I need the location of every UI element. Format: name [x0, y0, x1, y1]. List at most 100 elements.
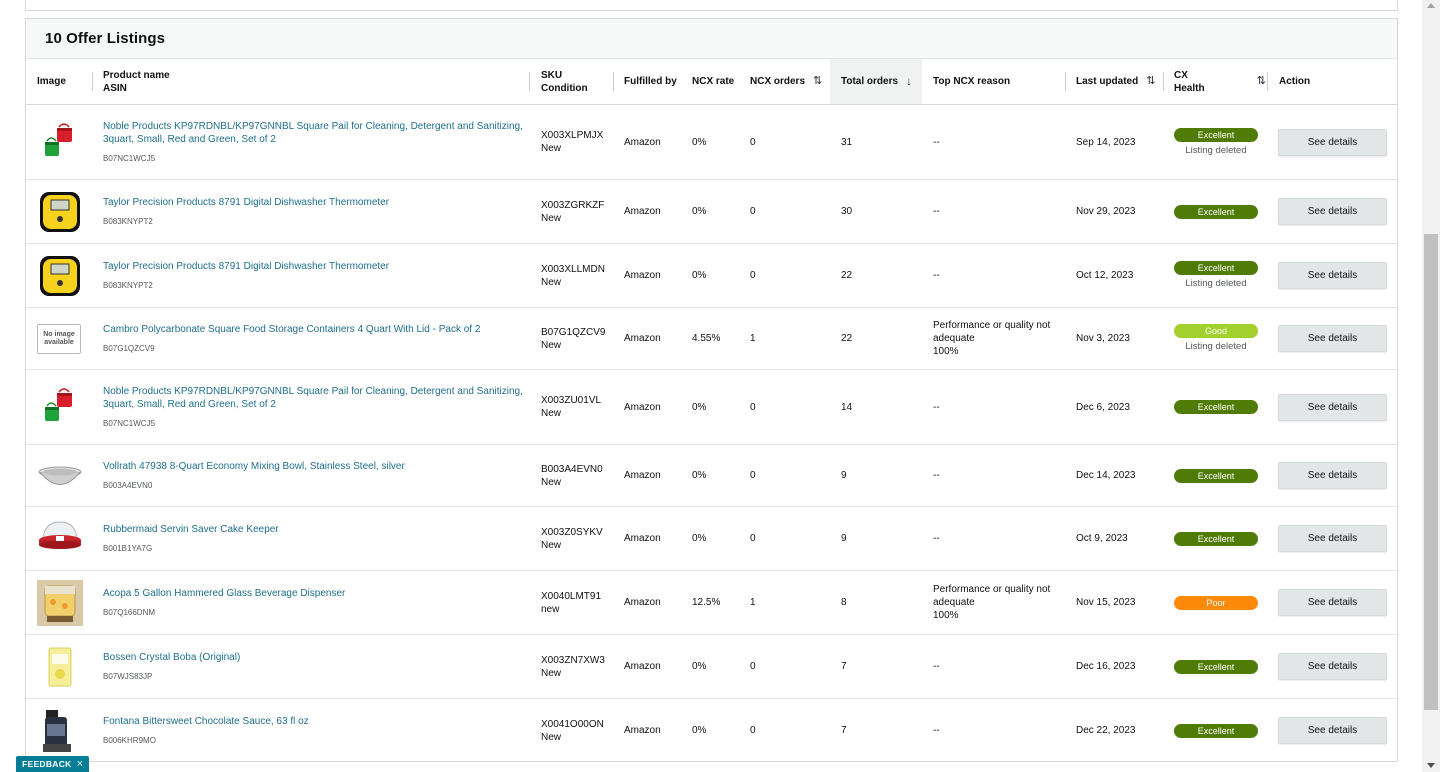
top-ncx-reason: --	[933, 370, 1063, 444]
col-top-ncx-reason[interactable]: Top NCX reason	[933, 59, 1063, 104]
product-thumbnail	[38, 466, 82, 485]
product-name-link[interactable]: Cambro Polycarbonate Square Food Storage…	[103, 323, 480, 336]
product-name-link[interactable]: Noble Products KP97RDNBL/KP97GNNBL Squar…	[103, 120, 523, 146]
condition: New	[541, 667, 562, 679]
see-details-button[interactable]: See details	[1278, 325, 1387, 352]
asin: B07WJS83JP	[103, 671, 153, 681]
product-image[interactable]	[37, 445, 83, 506]
see-details-button[interactable]: See details	[1278, 128, 1387, 156]
see-details-button[interactable]: See details	[1278, 198, 1387, 225]
col-product-name[interactable]: Product name ASIN	[103, 59, 503, 104]
scroll-down-arrow-icon[interactable]	[1427, 763, 1435, 768]
product-name-link[interactable]: Taylor Precision Products 8791 Digital D…	[103, 196, 389, 209]
action-cell: See details	[1278, 370, 1388, 444]
ncx-reason-line: --	[933, 270, 940, 281]
listing-status: Listing deleted	[1185, 278, 1247, 289]
product-image[interactable]	[37, 180, 83, 243]
sku: X003ZGRKZF	[541, 199, 605, 211]
product-thumbnail	[43, 709, 71, 752]
sku-cell: X003XLLMDN New	[541, 244, 616, 307]
ncx-orders: 1	[750, 333, 756, 344]
top-ncx-reason: --	[933, 699, 1063, 761]
table-header: Image Product name ASIN SKU Condition Fu…	[26, 59, 1397, 105]
product-name-link[interactable]: Fontana Bittersweet Chocolate Sauce, 63 …	[103, 715, 309, 728]
product-cell: Fontana Bittersweet Chocolate Sauce, 63 …	[103, 699, 523, 761]
sort-icon[interactable]: ⇅	[1146, 75, 1155, 88]
scroll-up-arrow-icon[interactable]	[1427, 3, 1435, 8]
col-last-updated[interactable]: Last updated ⇅	[1076, 59, 1161, 104]
ncx-reason-line: --	[933, 136, 940, 148]
feedback-button[interactable]: FEEDBACK ×	[16, 756, 90, 772]
product-image[interactable]	[37, 635, 83, 698]
cx-health-badge: Excellent	[1174, 204, 1258, 219]
sku-cell: B07G1QZCV9 New	[541, 308, 616, 369]
table-row: Taylor Precision Products 8791 Digital D…	[26, 180, 1397, 244]
ncx-orders: 0	[750, 661, 756, 672]
cx-health-cell: Excellent	[1174, 370, 1264, 444]
product-image[interactable]	[37, 244, 83, 307]
col-ncx-orders[interactable]: NCX orders ⇅	[750, 59, 830, 104]
cx-health-badge: Excellent	[1174, 261, 1258, 275]
last-updated: Dec 16, 2023	[1076, 661, 1136, 672]
scrollbar-thumb[interactable]	[1424, 234, 1438, 710]
sku-cell: X0040LMT91 new	[541, 571, 616, 634]
ncx-reason-line: --	[933, 661, 940, 672]
asin: B07NC1WCJ5	[103, 153, 156, 163]
action-cell: See details	[1278, 105, 1388, 179]
col-fulfilled-by[interactable]: Fulfilled by	[624, 59, 684, 104]
action-cell: See details	[1278, 699, 1388, 761]
ncx-reason-line: adequate	[933, 597, 975, 608]
top-ncx-reason: --	[933, 180, 1063, 243]
action-cell: See details	[1278, 308, 1388, 369]
product-image[interactable]: No image available	[37, 308, 83, 369]
product-cell: Noble Products KP97RDNBL/KP97GNNBL Squar…	[103, 370, 523, 444]
product-image[interactable]	[37, 370, 83, 444]
product-name-link[interactable]: Rubbermaid Servin Saver Cake Keeper	[103, 523, 279, 536]
close-icon[interactable]: ×	[77, 758, 84, 770]
ncx-orders: 0	[750, 270, 756, 281]
total-orders: 22	[841, 270, 853, 281]
see-details-button[interactable]: See details	[1278, 393, 1387, 421]
see-details-button[interactable]: See details	[1278, 589, 1387, 616]
product-name-link[interactable]: Vollrath 47938 8-Quart Economy Mixing Bo…	[103, 460, 405, 473]
cx-health-badge: Excellent	[1174, 659, 1258, 674]
listing-status: Listing deleted	[1185, 144, 1247, 156]
last-updated: Dec 6, 2023	[1076, 401, 1130, 413]
total-orders: 8	[841, 597, 847, 608]
product-name-link[interactable]: Acopa 5 Gallon Hammered Glass Beverage D…	[103, 587, 345, 600]
product-image[interactable]	[37, 507, 83, 570]
product-image[interactable]	[37, 105, 83, 179]
product-thumbnail	[48, 647, 72, 686]
action-cell: See details	[1278, 445, 1388, 506]
feedback-label: FEEDBACK	[22, 759, 72, 769]
product-image[interactable]	[37, 571, 83, 634]
cx-health-badge: Excellent	[1174, 468, 1258, 483]
see-details-button[interactable]: See details	[1278, 262, 1387, 289]
see-details-button[interactable]: See details	[1278, 525, 1387, 552]
product-thumbnail	[39, 520, 81, 549]
col-sku-condition[interactable]: SKU Condition	[541, 59, 616, 104]
product-name-link[interactable]: Taylor Precision Products 8791 Digital D…	[103, 260, 389, 273]
sort-icon[interactable]: ⇅	[813, 75, 822, 88]
product-name-link[interactable]: Noble Products KP97RDNBL/KP97GNNBL Squar…	[103, 385, 523, 411]
fulfilled-by: Amazon	[624, 401, 661, 413]
sku: B07G1QZCV9	[541, 326, 606, 338]
see-details-button[interactable]: See details	[1278, 462, 1387, 489]
ncx-rate: 0%	[692, 401, 707, 413]
see-details-button[interactable]: See details	[1278, 653, 1387, 680]
col-cx-health[interactable]: CX Health ⇅	[1174, 59, 1266, 104]
col-ncx-rate[interactable]: NCX rate	[692, 59, 742, 104]
product-cell: Noble Products KP97RDNBL/KP97GNNBL Squar…	[103, 105, 523, 179]
sort-icon[interactable]: ⇅	[1257, 75, 1266, 88]
sku-cell: X003ZN7XW3 New	[541, 635, 616, 698]
see-details-button[interactable]: See details	[1278, 717, 1387, 744]
offer-listings-card: 10 Offer Listings Image Product name ASI…	[25, 18, 1398, 762]
table-row: Vollrath 47938 8-Quart Economy Mixing Bo…	[26, 445, 1397, 507]
ncx-rate: 0%	[692, 533, 707, 544]
sort-descending-icon[interactable]: ↓	[906, 75, 912, 88]
product-name-link[interactable]: Bossen Crystal Boba (Original)	[103, 651, 240, 664]
ncx-reason-line: Performance or quality not	[933, 320, 1051, 331]
table-row: Bossen Crystal Boba (Original) B07WJS83J…	[26, 635, 1397, 699]
col-total-orders[interactable]: Total orders ↓	[830, 59, 922, 104]
product-image[interactable]	[37, 699, 83, 761]
